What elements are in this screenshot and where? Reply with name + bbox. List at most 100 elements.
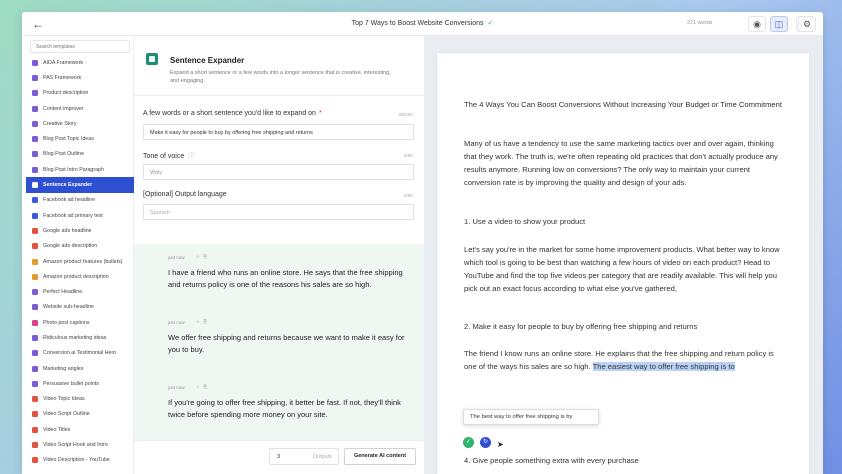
word-count: 221 words [687,20,713,26]
template-search-input[interactable] [30,40,130,53]
editor-paragraph[interactable]: Let's say you're in the market for some … [464,243,784,295]
tool-description: Expand a short sentence or a few words i… [170,70,391,84]
sidebar-item[interactable]: AIDA Framework [26,55,134,70]
sidebar-item[interactable]: Amazon product description [26,269,134,284]
sidebar-item[interactable]: Website sub-headline [26,300,134,315]
sidebar-item[interactable]: Blog Post Outline [26,147,134,162]
editor-document[interactable]: The 4 Ways You Can Boost Conversions Wit… [437,53,809,474]
output-card[interactable]: just now ☆ ⎘ I have a friend who runs an … [134,244,424,309]
sidebar-item[interactable]: Amazon product features (bullets) [26,254,134,269]
sidebar-item-label: Google ads description [43,243,98,250]
outputs-list: just now ☆ ⎘ I have a friend who runs an … [134,244,424,440]
sidebar-item[interactable]: Video Script Hook and Intro [26,437,134,452]
sidebar-item[interactable]: Sentence Expander [26,177,134,193]
suggestion-popup[interactable]: The best way to offer free shipping is b… [463,409,599,425]
outputs-count-input[interactable]: 3 Outputs [269,448,339,465]
output-text[interactable]: I have a friend who runs an online store… [168,267,412,291]
sidebar-item-label: Google ads headline [43,227,92,234]
output-actions[interactable]: ☆ ⎘ [192,384,207,390]
sidebar-item[interactable]: Blog Post Intro Paragraph [26,162,134,177]
editor-paragraph[interactable]: Many of us have a tendency to use the sa… [464,137,784,189]
output-actions[interactable]: ☆ ⎘ [192,254,207,260]
sidebar-item-label: Amazon product features (bullets) [43,258,123,265]
sidebar-item[interactable]: Video Description - YouTube [26,453,134,468]
template-icon [32,380,38,387]
sidebar-item[interactable]: Facebook ad primary text [26,208,134,223]
editor-paragraph[interactable]: 4. Give people something extra with ever… [464,454,784,467]
divider [134,95,424,96]
template-icon [32,74,38,81]
editor-paragraph[interactable]: The friend I know runs an online store. … [464,347,784,373]
sidebar-item[interactable]: Creative Story [26,116,134,131]
template-icon [32,411,38,418]
info-icon[interactable]: ⓘ [188,154,194,160]
sidebar-item-label: Ridiculous marketing ideas [43,334,107,341]
sentence-input[interactable]: Make it easy for people to buy by offeri… [143,124,414,140]
editor-heading[interactable]: The 4 Ways You Can Boost Conversions Wit… [464,98,784,111]
output-text[interactable]: We offer free shipping and returns becau… [168,332,412,356]
sidebar-item[interactable]: Blog Post Topic Ideas [26,131,134,146]
sidebar-item-label: Marketing angles [43,365,84,372]
template-sidebar: AIDA Framework PAS Framework Product descr… [26,36,134,474]
output-card[interactable]: just now ☆ ⎘ If you're going to offer fre… [134,374,424,439]
output-timestamp: just now [168,385,185,390]
template-icon [32,365,38,372]
editor-paragraph[interactable]: 1. Use a video to show your product [464,215,784,228]
selected-text[interactable]: The easiest way to offer free shipping i… [592,362,735,371]
outputs-unit: Outputs [312,454,332,460]
input-label: A few words or a short sentence you'd li… [143,110,322,117]
template-icon [32,197,38,204]
sidebar-item-label: Facebook ad primary text [43,212,103,219]
sidebar-item-label: Perfect Headline [43,289,83,296]
output-actions[interactable]: ☆ ⎘ [192,319,207,325]
template-icon [32,151,38,158]
sidebar-item[interactable]: PAS Framework [26,70,134,85]
sidebar-item-label: Photo post captions [43,319,90,326]
template-icon [32,136,38,143]
tone-label-text: Tone of voice [143,153,185,160]
language-label: [Optional] Output language [143,191,227,198]
generate-button[interactable]: Generate AI content [344,448,416,465]
accept-check-icon[interactable]: ✓ [463,437,474,448]
sidebar-item[interactable]: Perfect Headline [26,284,134,299]
output-card[interactable]: just now ☆ ⎘ We offer free shipping and r… [134,309,424,374]
tone-label: Tone of voice ⓘ [143,151,194,160]
sidebar-item[interactable]: Ridiculous marketing ideas [26,330,134,345]
sidebar-item[interactable]: Content improver [26,101,134,116]
sidebar-item[interactable]: Video Titles [26,422,134,437]
document-title-text: Top 7 Ways to Boost Website Conversions [351,20,484,27]
preview-eye-icon[interactable]: ◉ [748,16,766,32]
template-icon [32,227,38,234]
tool-form-panel: Sentence Expander Expand a short sentenc… [134,36,424,474]
sidebar-item[interactable]: Google ads description [26,239,134,254]
sidebar-item-label: Blog Post Outline [43,151,84,158]
sentence-expander-icon [146,53,158,65]
tone-input[interactable]: Witty [143,164,414,180]
language-input[interactable]: Spanish [143,204,414,220]
template-icon [32,243,38,250]
editor-paragraph[interactable]: 2. Make it easy for people to buy by off… [464,320,784,333]
sidebar-item[interactable]: Persuasive bullet points [26,376,134,391]
regenerate-icon[interactable]: ↻ [480,437,491,448]
sidebar-item[interactable]: Photo post captions [26,315,134,330]
layout-toggle-icon[interactable]: ◫ [770,16,788,32]
sidebar-item-label: Video Topic Ideas [43,396,85,403]
app-window: ← Top 7 Ways to Boost Website Conversion… [22,12,823,474]
template-icon [32,90,38,97]
output-text[interactable]: If you're going to offer free shipping, … [168,397,412,421]
template-icon [32,166,38,173]
template-icon [32,396,38,403]
sidebar-item[interactable]: Video Script Outline [26,407,134,422]
settings-gear-icon[interactable]: ⚙ [798,16,816,32]
sidebar-item[interactable]: Google ads headline [26,223,134,238]
tone-char-count: 5/80 [404,153,413,158]
sidebar-item[interactable]: Marketing angles [26,361,134,376]
sidebar-item-label: Video Description - YouTube [43,457,110,464]
sidebar-item[interactable]: Video Topic Ideas [26,392,134,407]
sidebar-item[interactable]: Conversion.ai Testimonial Hero [26,346,134,361]
sidebar-item[interactable]: Facebook ad headline [26,193,134,208]
sidebar-item[interactable]: Product description [26,86,134,101]
output-timestamp: just now [168,320,185,325]
template-icon [32,273,38,280]
output-timestamp: just now [168,255,185,260]
